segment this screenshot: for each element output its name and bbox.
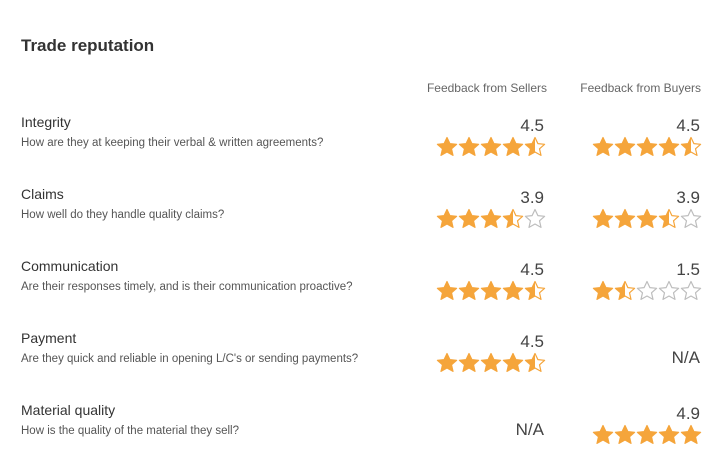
sellers-rating: 4.5 4.5 bbox=[426, 258, 546, 306]
star-rating bbox=[592, 136, 702, 158]
criterion-name: Claims bbox=[21, 186, 64, 202]
sellers-rating: 4.5 4.5 bbox=[426, 330, 546, 378]
criterion-description: Are they quick and reliable in opening L… bbox=[21, 353, 359, 365]
criterion-description: How well do they handle quality claims? bbox=[21, 209, 225, 221]
score-value: 4.5 bbox=[520, 260, 544, 279]
star-filled-icon bbox=[658, 136, 680, 156]
star-half-icon bbox=[524, 136, 546, 156]
star-filled-icon bbox=[614, 136, 636, 156]
column-header-sellers: Feedback from Sellers bbox=[426, 81, 547, 95]
star-filled-icon bbox=[592, 208, 614, 228]
criterion-row-2: Claims How well do they handle quality c… bbox=[0, 186, 719, 246]
star-half-icon bbox=[614, 280, 636, 300]
star-rating bbox=[592, 424, 702, 446]
star-empty-icon bbox=[658, 280, 680, 300]
buyers-rating: 1.5 1.5 bbox=[582, 258, 702, 306]
star-filled-icon bbox=[502, 136, 524, 156]
star-rating bbox=[592, 280, 702, 302]
star-filled-icon bbox=[458, 208, 480, 228]
star-rating bbox=[436, 136, 546, 158]
score-value: 3.9 bbox=[676, 188, 700, 207]
star-half-icon bbox=[524, 352, 546, 372]
star-filled-icon bbox=[502, 280, 524, 300]
star-filled-icon bbox=[614, 208, 636, 228]
star-half-icon bbox=[524, 280, 546, 300]
criterion-name: Communication bbox=[21, 258, 119, 274]
star-filled-icon bbox=[480, 352, 502, 372]
star-filled-icon bbox=[436, 136, 458, 156]
star-empty-icon bbox=[636, 280, 658, 300]
criterion-row-1: Integrity How are they at keeping their … bbox=[0, 114, 719, 174]
criterion-description: How are they at keeping their verbal & w… bbox=[21, 137, 324, 149]
star-rating bbox=[436, 280, 546, 302]
criterion-description: Are their responses timely, and is their… bbox=[21, 281, 353, 293]
criterion-row-3: Communication Are their responses timely… bbox=[0, 258, 719, 318]
star-empty-icon bbox=[524, 208, 546, 228]
score-value: 3.9 bbox=[520, 188, 544, 207]
star-filled-icon bbox=[502, 352, 524, 372]
star-half-icon bbox=[658, 208, 680, 228]
star-filled-icon bbox=[592, 424, 614, 444]
star-empty-icon bbox=[680, 208, 702, 228]
star-empty-icon bbox=[680, 280, 702, 300]
buyers-rating: 4.5 4.5 bbox=[582, 114, 702, 162]
star-filled-icon bbox=[480, 208, 502, 228]
sellers-rating: 4.5 4.5 bbox=[426, 114, 546, 162]
star-filled-icon bbox=[592, 136, 614, 156]
star-filled-icon bbox=[614, 424, 636, 444]
score-value: 4.9 bbox=[676, 404, 700, 423]
buyers-rating: 4.9 4.9 bbox=[582, 402, 702, 450]
star-filled-icon bbox=[658, 424, 680, 444]
star-half-icon bbox=[502, 208, 524, 228]
star-filled-icon bbox=[636, 136, 658, 156]
star-half-icon bbox=[680, 136, 702, 156]
buyers-rating: N/A N/A bbox=[582, 330, 702, 378]
criterion-name: Integrity bbox=[21, 114, 71, 130]
page-title: Trade reputation bbox=[21, 36, 155, 55]
star-filled-icon bbox=[480, 136, 502, 156]
star-filled-icon bbox=[680, 424, 702, 444]
score-value: 4.5 bbox=[520, 332, 544, 351]
criterion-row-5: Material quality How is the quality of t… bbox=[0, 402, 719, 462]
criterion-name: Payment bbox=[21, 330, 77, 346]
star-filled-icon bbox=[592, 280, 614, 300]
star-rating bbox=[592, 208, 702, 230]
criterion-name: Material quality bbox=[21, 402, 116, 418]
criterion-description: How is the quality of the material they … bbox=[21, 425, 239, 437]
star-filled-icon bbox=[458, 352, 480, 372]
star-filled-icon bbox=[636, 208, 658, 228]
star-filled-icon bbox=[436, 352, 458, 372]
star-filled-icon bbox=[436, 208, 458, 228]
not-available-label: N/A bbox=[515, 420, 544, 439]
star-rating bbox=[436, 208, 546, 230]
star-filled-icon bbox=[458, 136, 480, 156]
star-filled-icon bbox=[458, 280, 480, 300]
star-filled-icon bbox=[636, 424, 658, 444]
score-value: 4.5 bbox=[520, 116, 544, 135]
criterion-row-4: Payment Are they quick and reliable in o… bbox=[0, 330, 719, 390]
buyers-rating: 3.9 3.9 bbox=[582, 186, 702, 234]
sellers-rating: 3.9 3.9 bbox=[426, 186, 546, 234]
star-filled-icon bbox=[480, 280, 502, 300]
score-value: 4.5 bbox=[676, 116, 700, 135]
column-header-buyers: Feedback from Buyers bbox=[580, 81, 701, 95]
not-available-label: N/A bbox=[671, 348, 700, 367]
star-filled-icon bbox=[436, 280, 458, 300]
score-value: 1.5 bbox=[676, 260, 700, 279]
star-rating bbox=[436, 352, 546, 374]
sellers-rating: N/A N/A bbox=[426, 402, 546, 450]
